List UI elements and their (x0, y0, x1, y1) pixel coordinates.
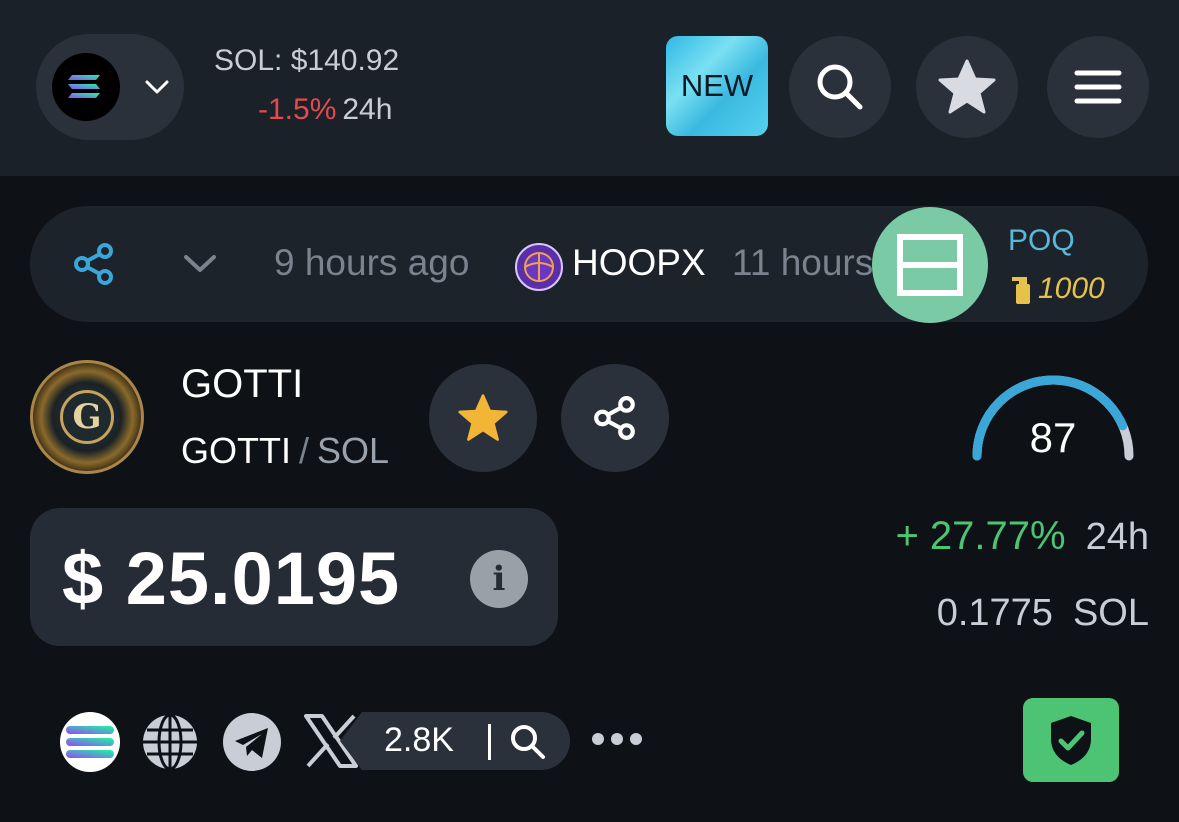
search-icon (817, 64, 863, 110)
score-value: 87 (1029, 414, 1077, 461)
pair-quote: SOL (317, 430, 390, 471)
favorite-token-button[interactable] (429, 364, 537, 472)
sol-change-period: 24h (342, 93, 393, 126)
sol-change: -1.5% (258, 93, 337, 126)
star-icon (458, 394, 508, 441)
info-icon[interactable]: i (470, 550, 528, 608)
spray-bottle-icon (1012, 277, 1030, 304)
sol-value-row: 0.1775 SOL (937, 592, 1149, 635)
ticker-token-name[interactable]: HOOPX (572, 242, 706, 284)
security-audit-button[interactable] (1023, 698, 1119, 782)
search-button[interactable] (789, 36, 891, 138)
security-shield-icon (1051, 716, 1091, 765)
telegram-icon[interactable] (222, 712, 282, 772)
hamburger-menu-icon (1074, 70, 1122, 104)
promo-score: 1000 (1038, 272, 1105, 305)
website-globe-icon[interactable] (140, 712, 200, 772)
share-token-button[interactable] (561, 364, 669, 472)
menu-button[interactable] (1047, 36, 1149, 138)
ad-layout-icon (897, 234, 963, 296)
star-icon (938, 59, 996, 114)
more-dots-icon[interactable] (590, 724, 644, 754)
pair-separator: / (299, 430, 310, 471)
solana-icon[interactable] (60, 712, 120, 772)
chevron-down-icon (145, 80, 169, 94)
favorites-button[interactable] (916, 36, 1018, 138)
search-icon[interactable] (508, 722, 548, 762)
divider (488, 724, 491, 760)
sol-change-row: -1.5% 24h (258, 93, 392, 127)
chevron-down-icon[interactable] (182, 250, 218, 276)
x-stats-notch (340, 712, 362, 770)
hoopx-token-logo[interactable] (515, 243, 563, 291)
promo-name[interactable]: POQ (1008, 224, 1075, 258)
share-icon[interactable] (72, 242, 116, 286)
price-change-row: + 27.77% 24h (895, 514, 1149, 559)
token-pair: GOTTI / SOL (181, 430, 389, 472)
x-followers: 2.8K (384, 721, 454, 759)
sol-value: 0.1775 (936, 592, 1053, 634)
share-icon (594, 396, 635, 440)
sol-price: SOL: $140.92 (214, 44, 400, 77)
price-change: + 27.77% (895, 514, 1066, 558)
promo-score-row: 1000 (1010, 272, 1105, 306)
header-bar: SOL: $140.92 -1.5% 24h NEW (0, 0, 1179, 176)
ticker-item-time[interactable]: 11 hours (732, 242, 873, 284)
chain-selector[interactable] (36, 34, 184, 140)
token-logo-letter: G (60, 390, 114, 444)
new-button[interactable]: NEW (666, 36, 768, 136)
pair-base: GOTTI (181, 430, 291, 471)
x-stats[interactable]: 2.8K (340, 712, 570, 770)
token-logo: G (30, 360, 144, 474)
sol-unit: SOL (1072, 592, 1149, 634)
ticker-item-time[interactable]: 9 hours ago (274, 242, 469, 284)
promo-button[interactable] (872, 207, 988, 323)
solana-logo-icon (52, 53, 120, 121)
price-change-period: 24h (1085, 516, 1149, 558)
token-price: $ 25.0195 (62, 537, 401, 620)
token-name: GOTTI (181, 362, 304, 406)
price-box: $ 25.0195 i (30, 508, 558, 646)
